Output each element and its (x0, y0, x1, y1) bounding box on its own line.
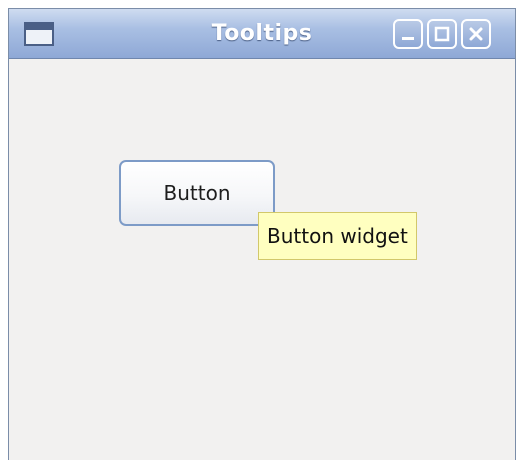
title-bar[interactable]: Tooltips (9, 9, 515, 59)
window-client-area: Button Button widget (9, 59, 515, 460)
close-button[interactable] (461, 19, 491, 49)
maximize-icon (434, 26, 450, 42)
button-tooltip: Button widget (258, 212, 417, 260)
close-icon (469, 27, 483, 41)
minimize-button[interactable] (393, 19, 423, 49)
app-window: Tooltips Button Button widget (8, 8, 516, 460)
minimize-icon (402, 37, 414, 40)
maximize-button[interactable] (427, 19, 457, 49)
main-button[interactable]: Button (119, 160, 275, 226)
